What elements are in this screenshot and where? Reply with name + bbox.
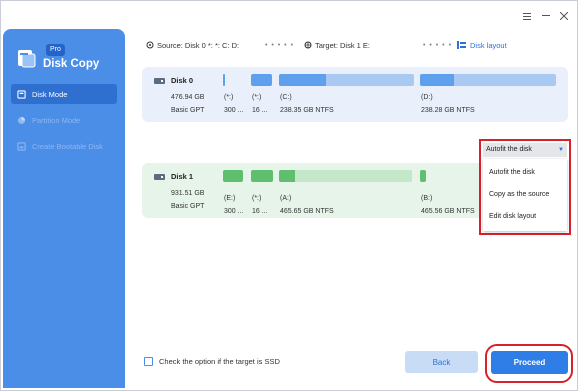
bootable-disk-icon xyxy=(17,141,26,151)
hard-drive-icon xyxy=(154,174,165,180)
partition-letter: (D:) xyxy=(421,94,433,101)
sidebar-item-label: Partition Mode xyxy=(32,115,81,125)
partition-size: 300 ... xyxy=(224,208,244,215)
disk-name: Disk 1 xyxy=(171,172,194,181)
sidebar-item-partition-mode[interactable]: Partition Mode xyxy=(11,110,117,130)
target-dots: • • • • • xyxy=(423,41,453,49)
proceed-button[interactable]: Proceed xyxy=(491,351,568,374)
disk-0-panel[interactable]: Disk 0 476.94 GB Basic GPT (*:) 300 ... … xyxy=(142,67,568,122)
source-info: Source: Disk 0 *: *: C: D: xyxy=(146,39,239,51)
sidebar: Pro Disk Copy Disk Mode Partition Mode C… xyxy=(3,29,125,388)
partition-bar[interactable] xyxy=(251,74,272,86)
sidebar-item-create-bootable-disk[interactable]: Create Bootable Disk xyxy=(11,136,117,156)
partition-bar[interactable] xyxy=(279,74,414,86)
partition-size: 238.28 GB NTFS xyxy=(421,107,475,114)
target-icon xyxy=(304,41,312,49)
partition-letter: (A:) xyxy=(280,195,292,202)
partition-size: 465.65 GB NTFS xyxy=(280,208,334,215)
partition-bar[interactable] xyxy=(420,74,556,86)
source-label: Source: Disk 0 *: *: C: D: xyxy=(157,40,240,50)
partition-bar[interactable] xyxy=(279,170,412,182)
partition-letter: (E:) xyxy=(224,195,236,202)
disk-layout-link[interactable]: Disk layout xyxy=(457,39,507,51)
layout-dropdown-highlight: Autofit the disk ▼ Autofit the disk Copy… xyxy=(479,139,571,235)
partition-size: 16 ... xyxy=(252,208,268,215)
chevron-down-icon: ▼ xyxy=(558,147,564,153)
pro-badge: Pro xyxy=(46,44,65,56)
disk-size: 476.94 GB xyxy=(171,94,205,101)
ssd-checkbox[interactable] xyxy=(144,357,153,366)
partition-letter: (B:) xyxy=(421,195,433,202)
partition-letter: (*:) xyxy=(252,195,262,202)
partition-bar[interactable] xyxy=(420,170,426,182)
partition-bar[interactable] xyxy=(251,170,273,182)
hamburger-icon[interactable] xyxy=(520,9,534,23)
layout-dropdown[interactable]: Autofit the disk ▼ xyxy=(483,143,567,157)
app-title: Disk Copy xyxy=(43,58,100,70)
ssd-checkbox-label: Check the option if the target is SSD xyxy=(159,357,280,366)
disk-size: 931.51 GB xyxy=(171,190,205,197)
disk-icon xyxy=(17,89,26,99)
target-info: Target: Disk 1 E: xyxy=(304,39,370,51)
app-window: Pro Disk Copy Disk Mode Partition Mode C… xyxy=(0,0,578,391)
partition-letter: (C:) xyxy=(280,94,292,101)
partition-size: 16 ... xyxy=(252,107,268,114)
pie-icon xyxy=(17,116,26,124)
dropdown-option-edit-layout[interactable]: Edit disk layout xyxy=(489,213,536,220)
disk-layout-icon xyxy=(457,41,466,49)
layout-dropdown-menu: Autofit the disk Copy as the source Edit… xyxy=(483,159,567,231)
sidebar-item-label: Create Bootable Disk xyxy=(32,141,103,151)
source-icon xyxy=(146,41,154,49)
disk-type: Basic GPT xyxy=(171,203,205,210)
partition-size: 465.56 GB NTFS xyxy=(421,208,475,215)
target-label: Target: Disk 1 E: xyxy=(315,40,371,50)
partition-bar[interactable] xyxy=(223,74,225,86)
partition-bar[interactable] xyxy=(223,170,243,182)
partition-letter: (*:) xyxy=(252,94,262,101)
minimize-icon[interactable] xyxy=(539,9,553,23)
partition-size: 300 ... xyxy=(224,107,244,114)
back-button[interactable]: Back xyxy=(405,351,478,373)
hard-drive-icon xyxy=(154,78,165,84)
partition-letter: (*:) xyxy=(224,94,234,101)
sidebar-item-disk-mode[interactable]: Disk Mode xyxy=(11,84,117,104)
dropdown-option-autofit[interactable]: Autofit the disk xyxy=(489,169,535,176)
dropdown-option-copy-as-source[interactable]: Copy as the source xyxy=(489,191,549,198)
layout-dropdown-value: Autofit the disk xyxy=(486,146,532,153)
source-dots: • • • • • xyxy=(265,41,295,49)
disk-name: Disk 0 xyxy=(171,76,194,85)
partition-size: 238.35 GB NTFS xyxy=(280,107,334,114)
disk-layout-label: Disk layout xyxy=(470,40,507,50)
close-icon[interactable] xyxy=(557,9,571,23)
disk-type: Basic GPT xyxy=(171,107,205,114)
disk-copy-logo-icon xyxy=(18,50,36,68)
sidebar-item-label: Disk Mode xyxy=(32,89,68,99)
